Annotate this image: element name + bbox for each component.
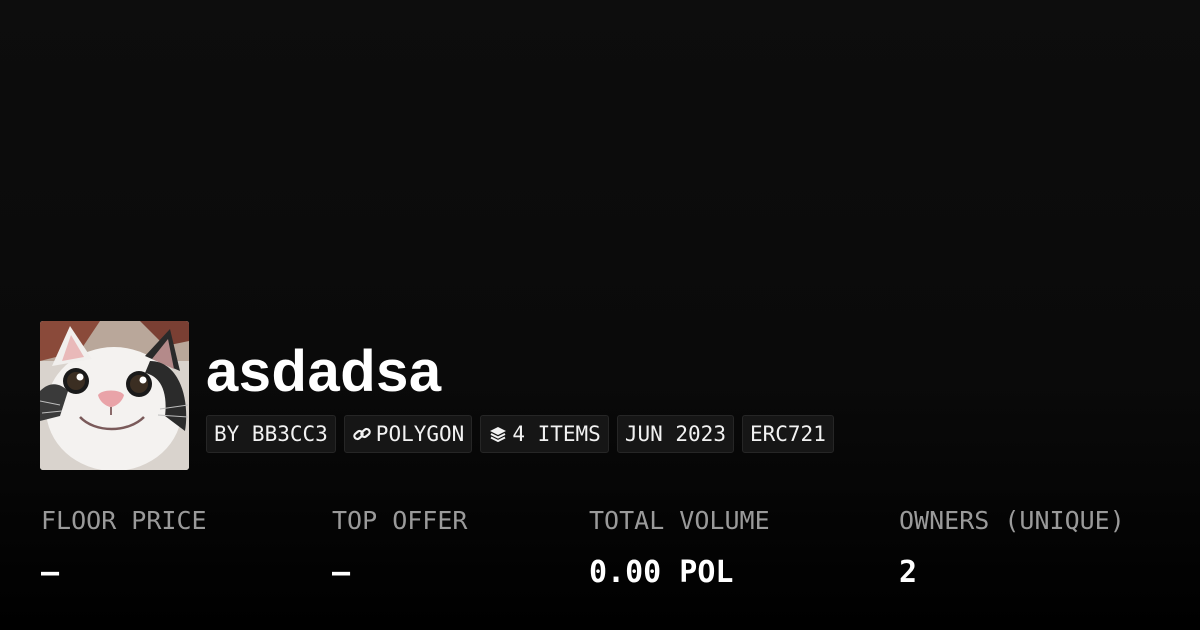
owners-value: 2 xyxy=(899,555,918,590)
collection-title: asdadsa xyxy=(206,339,442,404)
items-tag[interactable]: 4 ITEMS xyxy=(480,415,609,453)
collection-avatar xyxy=(40,321,189,470)
total-volume-stat: TOTAL VOLUME 0.00 POL xyxy=(589,505,770,591)
layers-icon xyxy=(488,424,508,444)
floor-price-value: – xyxy=(41,555,60,590)
total-volume-value: 0.00 POL xyxy=(589,555,734,590)
date-tag: JUN 2023 xyxy=(616,415,734,453)
floor-price-label: FLOOR PRICE xyxy=(41,506,207,535)
collection-card: asdadsa BY BB3CC3 POLYGON 4 ITEMS JUN 20… xyxy=(0,0,1200,630)
link-icon xyxy=(352,424,372,444)
date-label: JUN 2023 xyxy=(624,422,726,446)
chain-label: POLYGON xyxy=(375,422,465,446)
creator-label: BY BB3CC3 xyxy=(214,422,328,446)
collection-tags: BY BB3CC3 POLYGON 4 ITEMS JUN 2023 ERC72… xyxy=(206,415,834,453)
floor-price-stat: FLOOR PRICE – xyxy=(41,505,207,591)
top-offer-label: TOP OFFER xyxy=(332,506,468,535)
creator-tag[interactable]: BY BB3CC3 xyxy=(206,415,336,453)
chain-tag[interactable]: POLYGON xyxy=(343,415,473,453)
items-label: 4 ITEMS xyxy=(512,422,601,446)
total-volume-label: TOTAL VOLUME xyxy=(589,506,770,535)
cat-avatar-image xyxy=(40,321,189,470)
top-offer-value: – xyxy=(332,555,351,590)
owners-stat: OWNERS (UNIQUE) 2 xyxy=(899,505,1125,591)
standard-label: ERC721 xyxy=(749,422,826,446)
owners-label: OWNERS (UNIQUE) xyxy=(899,506,1125,535)
standard-tag: ERC721 xyxy=(741,415,834,453)
top-offer-stat: TOP OFFER – xyxy=(332,505,467,591)
